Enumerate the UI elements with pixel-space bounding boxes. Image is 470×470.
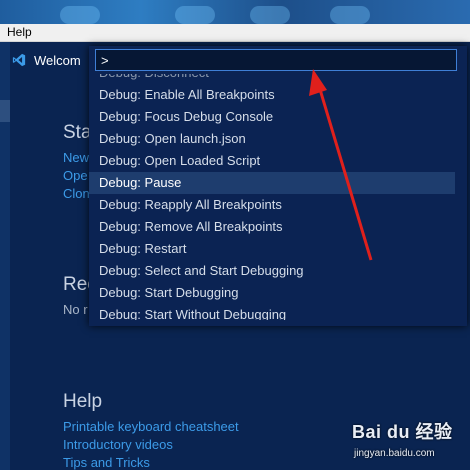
command-item[interactable]: Debug: Restart [89,238,455,260]
watermark-url: jingyan.baidu.com [354,448,435,459]
command-palette-input[interactable] [95,49,457,71]
desktop-icon [60,6,100,24]
desktop-icon [250,6,290,24]
start-link-clone[interactable]: Clon [63,186,90,201]
command-item[interactable]: Debug: Disconnect [89,74,455,84]
desktop-icon [330,6,370,24]
command-palette: Debug: Disconnect Debug: Enable All Brea… [89,46,467,326]
help-heading: Help [63,391,103,412]
command-item[interactable]: Debug: Start Without Debugging [89,304,455,320]
help-link-keyboard-cheatsheet[interactable]: Printable keyboard cheatsheet [63,419,239,434]
start-link-open[interactable]: Ope [63,168,88,183]
start-link-new[interactable]: New [63,150,89,165]
command-list-scrollbar[interactable] [457,74,465,320]
command-item[interactable]: Debug: Remove All Breakpoints [89,216,455,238]
activity-bar [0,42,10,470]
activity-bar-selected-item[interactable] [0,100,10,122]
recent-empty-text: No r [63,302,88,317]
vscode-logo-icon [12,53,26,67]
menu-bar: Help [0,24,470,42]
menu-help[interactable]: Help [7,24,32,41]
tab-welcome[interactable]: Welcom [12,46,81,74]
desktop-icon [175,6,215,24]
start-heading: Sta [63,122,92,143]
command-item[interactable]: Debug: Reapply All Breakpoints [89,194,455,216]
command-item[interactable]: Debug: Focus Debug Console [89,106,455,128]
baidu-jingyan-logo: Bai du 经验 [352,422,453,442]
help-link-tips-and-tricks[interactable]: Tips and Tricks [63,455,150,470]
baidu-watermark: Bai du 经验 jingyan.baidu.com [352,418,470,470]
tab-label: Welcom [34,52,81,68]
command-item[interactable]: Debug: Select and Start Debugging [89,260,455,282]
command-item[interactable]: Debug: Open Loaded Script [89,150,455,172]
command-item[interactable]: Debug: Open launch.json [89,128,455,150]
command-item[interactable]: Debug: Start Debugging [89,282,455,304]
command-list: Debug: Disconnect Debug: Enable All Brea… [89,74,455,320]
desktop-background-strip [0,0,470,24]
command-item-active[interactable]: Debug: Pause [89,172,455,194]
help-link-introductory-videos[interactable]: Introductory videos [63,437,173,452]
command-item[interactable]: Debug: Enable All Breakpoints [89,84,455,106]
